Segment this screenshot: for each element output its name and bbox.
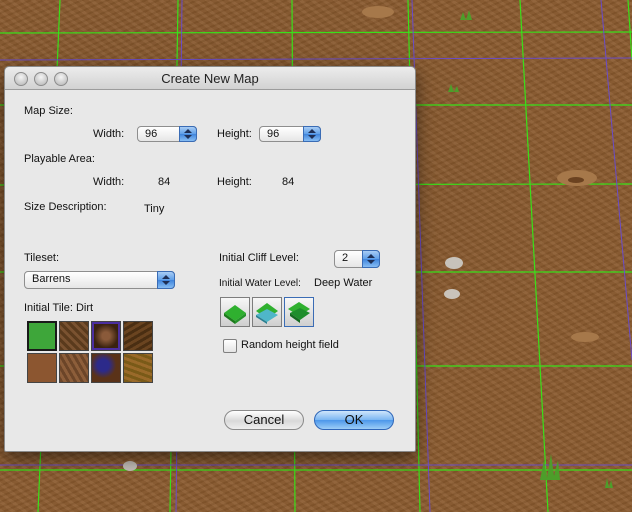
height-select[interactable]: 96 [259,126,321,142]
dialog-titlebar[interactable]: Create New Map [5,67,415,90]
stepper-arrows-icon [179,126,197,142]
initial-tile-label: Initial Tile: Dirt [24,302,94,314]
stepper-arrows-icon [157,271,175,289]
tileset-select[interactable]: Barrens [24,271,175,289]
height-label: Height: [217,128,252,140]
tile-pebbles[interactable] [91,321,121,351]
tile-grassy-dirt[interactable] [123,353,153,383]
playable-area-label: Playable Area: [24,153,95,165]
map-size-label: Map Size: [24,105,73,117]
playable-height-value: 84 [282,176,295,188]
shallow-water-icon[interactable] [252,297,282,327]
cliff-level-select[interactable]: 2 [334,250,380,268]
cliff-level-value: 2 [342,252,349,264]
create-new-map-dialog: Create New Map Map Size: Width: 96 Heigh… [4,66,416,452]
tileset-label: Tileset: [24,252,60,264]
dialog-title: Create New Map [161,71,259,86]
tile-dark-dirt[interactable] [123,321,153,351]
ok-button[interactable]: OK [314,410,394,430]
tile-dirt[interactable] [27,353,57,383]
deep-water-icon[interactable] [284,297,314,327]
land-terrain-icon[interactable] [220,297,250,327]
width-label: Width: [93,128,125,140]
stepper-arrows-icon [362,250,380,268]
tile-grass[interactable] [27,321,57,351]
size-description-value: Tiny [144,203,165,215]
playable-width-value: 84 [158,176,171,188]
water-level-value: Deep Water [314,277,373,289]
playable-width-label: Width: [93,176,125,188]
tile-rough-dirt[interactable] [59,321,89,351]
random-height-label: Random height field [241,339,339,351]
cancel-button[interactable]: Cancel [224,410,304,430]
water-level-label: Initial Water Level: [219,278,301,289]
cliff-level-label: Initial Cliff Level: [219,252,299,264]
stepper-arrows-icon [303,126,321,142]
tile-rocky-dirt[interactable] [59,353,89,383]
random-height-checkbox[interactable] [223,339,237,353]
tileset-select-value: Barrens [32,273,71,285]
height-select-value: 96 [267,128,280,140]
width-select[interactable]: 96 [137,126,197,142]
size-description-label: Size Description: [24,201,107,213]
playable-height-label: Height: [217,176,252,188]
width-select-value: 96 [145,128,158,140]
tile-blight-rocks[interactable] [91,353,121,383]
